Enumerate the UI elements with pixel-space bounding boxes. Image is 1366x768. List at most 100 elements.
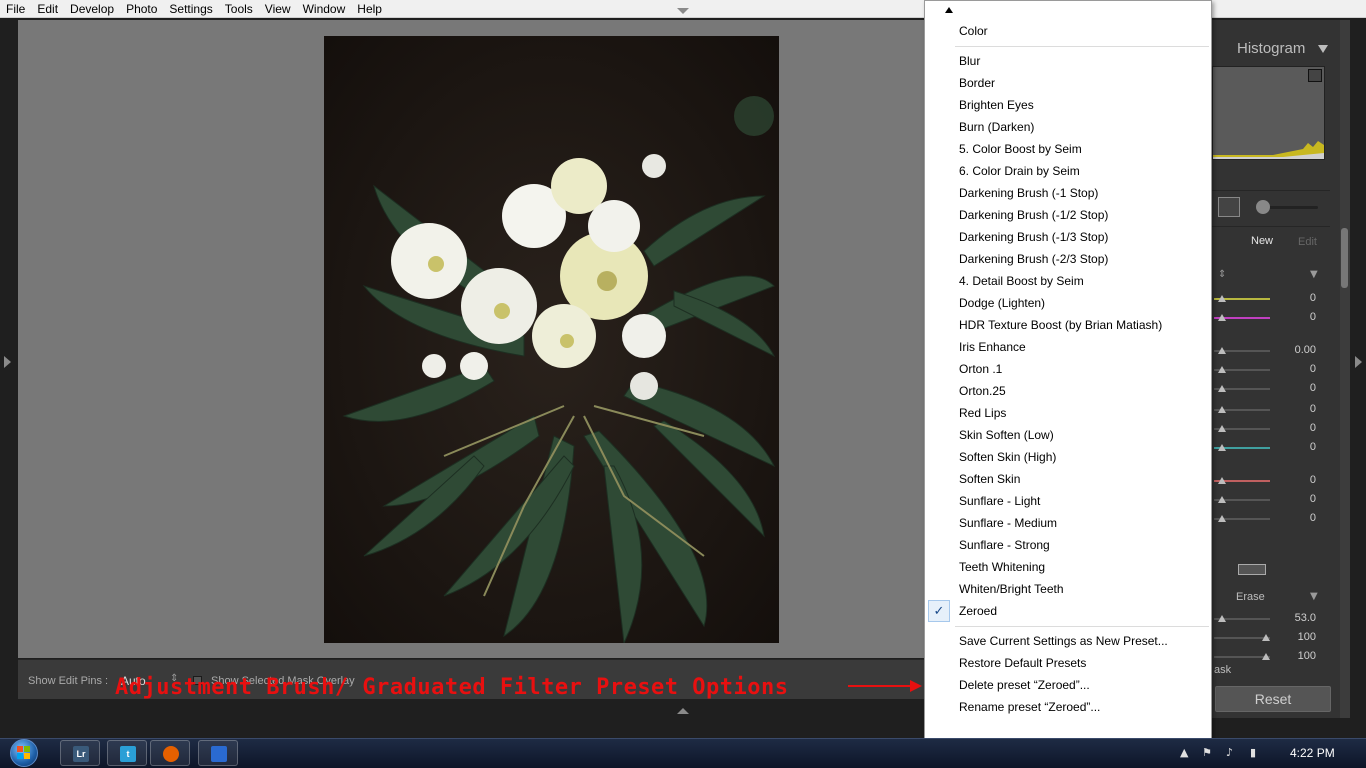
slider-value[interactable]: 0 bbox=[1276, 363, 1316, 375]
color-swatch-icon[interactable] bbox=[1238, 564, 1266, 575]
mask-new-button[interactable]: New bbox=[1251, 235, 1273, 247]
preset-menu-item[interactable]: Orton .1 bbox=[959, 358, 1002, 380]
tray-clock[interactable]: 4:22 PM bbox=[1290, 746, 1335, 760]
preset-menu-item[interactable]: Darkening Brush (-1 Stop) bbox=[959, 182, 1098, 204]
start-button[interactable] bbox=[6, 738, 42, 768]
panel-scrollbar[interactable] bbox=[1340, 20, 1350, 718]
taskbar-app-button[interactable]: Lr bbox=[60, 740, 100, 766]
slider-knob[interactable] bbox=[1218, 366, 1226, 373]
slider-knob[interactable] bbox=[1218, 444, 1226, 451]
slider-value[interactable]: 0 bbox=[1276, 311, 1316, 323]
expand-right-panel-icon[interactable] bbox=[1355, 356, 1362, 368]
scroll-up-icon[interactable] bbox=[945, 7, 953, 13]
preset-menu-item[interactable]: Iris Enhance bbox=[959, 336, 1026, 358]
menu-edit[interactable]: Edit bbox=[31, 0, 64, 18]
slider-knob[interactable] bbox=[1262, 634, 1270, 641]
slider-knob[interactable] bbox=[1218, 295, 1226, 302]
reset-button[interactable]: Reset bbox=[1215, 686, 1331, 712]
slider-knob[interactable] bbox=[1262, 653, 1270, 660]
slider-knob[interactable] bbox=[1218, 477, 1226, 484]
collapse-top-panel-icon[interactable] bbox=[677, 8, 689, 14]
slider-value[interactable]: 0 bbox=[1276, 512, 1316, 524]
preset-menu-item[interactable]: HDR Texture Boost (by Brian Matiash) bbox=[959, 314, 1162, 336]
slider-knob[interactable] bbox=[1218, 347, 1226, 354]
menu-help[interactable]: Help bbox=[351, 0, 388, 18]
taskbar-app-button[interactable]: t bbox=[107, 740, 147, 766]
preset-action-item[interactable]: Delete preset “Zeroed”... bbox=[959, 674, 1090, 696]
slider-knob[interactable] bbox=[1218, 515, 1226, 522]
highlight-clipping-icon[interactable] bbox=[1308, 69, 1322, 82]
menu-develop[interactable]: Develop bbox=[64, 0, 120, 18]
effect-updown-icon[interactable]: ⇕ bbox=[1218, 270, 1226, 280]
slider-value[interactable]: 0 bbox=[1276, 403, 1316, 415]
preset-menu-item[interactable]: Zeroed bbox=[959, 600, 997, 622]
brush-tool-icon[interactable] bbox=[1218, 197, 1240, 217]
slider-knob[interactable] bbox=[1218, 496, 1226, 503]
preset-action-item[interactable]: Restore Default Presets bbox=[959, 652, 1086, 674]
slider-value[interactable]: 53.0 bbox=[1276, 612, 1316, 624]
preset-menu-item[interactable]: Darkening Brush (-1/3 Stop) bbox=[959, 226, 1108, 248]
slider-knob[interactable] bbox=[1218, 406, 1226, 413]
slider-value[interactable]: 0 bbox=[1276, 422, 1316, 434]
histogram-title[interactable]: Histogram bbox=[1237, 40, 1305, 57]
preset-menu-item[interactable]: Teeth Whitening bbox=[959, 556, 1045, 578]
preset-menu-item[interactable]: Red Lips bbox=[959, 402, 1006, 424]
slider-value[interactable]: 0 bbox=[1276, 493, 1316, 505]
preset-menu-item[interactable]: Border bbox=[959, 72, 995, 94]
tray-flag-icon[interactable]: ⚑ bbox=[1202, 746, 1212, 759]
slider-knob[interactable] bbox=[1218, 425, 1226, 432]
effect-dropdown-icon[interactable]: ▼ bbox=[1310, 270, 1318, 280]
preset-menu-item[interactable]: Sunflare - Medium bbox=[959, 512, 1057, 534]
taskbar-app-button[interactable] bbox=[150, 740, 190, 766]
slider-value[interactable]: 0.00 bbox=[1276, 344, 1316, 356]
preset-action-item[interactable]: Save Current Settings as New Preset... bbox=[959, 630, 1168, 652]
menu-tools[interactable]: Tools bbox=[219, 0, 259, 18]
slider-knob[interactable] bbox=[1218, 615, 1226, 622]
preset-menu-item[interactable]: 5. Color Boost by Seim bbox=[959, 138, 1082, 160]
taskbar-app-button[interactable] bbox=[198, 740, 238, 766]
tray-volume-icon[interactable]: ♪ bbox=[1226, 746, 1233, 759]
preset-menu-item[interactable]: Whiten/Bright Teeth bbox=[959, 578, 1064, 600]
preset-action-item[interactable]: Rename preset “Zeroed”... bbox=[959, 696, 1100, 718]
expand-filmstrip-icon[interactable] bbox=[677, 708, 689, 714]
preset-menu-item[interactable]: Sunflare - Strong bbox=[959, 534, 1050, 556]
preset-menu-item[interactable]: Darkening Brush (-1/2 Stop) bbox=[959, 204, 1108, 226]
menu-settings[interactable]: Settings bbox=[163, 0, 218, 18]
preset-menu-item[interactable]: Blur bbox=[959, 50, 980, 72]
panel-scroll-thumb[interactable] bbox=[1341, 228, 1348, 288]
slider-value[interactable]: 0 bbox=[1276, 382, 1316, 394]
brush-erase-tab[interactable]: Erase bbox=[1236, 591, 1265, 603]
expand-left-panel-icon[interactable] bbox=[4, 356, 11, 368]
preset-menu-item[interactable]: Skin Soften (Low) bbox=[959, 424, 1054, 446]
tray-show-hidden-icon[interactable]: ▲ bbox=[1180, 746, 1188, 759]
preset-menu-item[interactable]: Orton.25 bbox=[959, 380, 1006, 402]
slider-value[interactable]: 0 bbox=[1276, 441, 1316, 453]
preset-menu-item[interactable]: Burn (Darken) bbox=[959, 116, 1034, 138]
preset-menu-item[interactable]: 6. Color Drain by Seim bbox=[959, 160, 1080, 182]
preset-menu-item[interactable]: Darkening Brush (-2/3 Stop) bbox=[959, 248, 1108, 270]
photo-preview[interactable] bbox=[324, 36, 779, 643]
slider-value[interactable]: 100 bbox=[1276, 650, 1316, 662]
slider-value[interactable]: 0 bbox=[1276, 292, 1316, 304]
tool-size-knob[interactable] bbox=[1256, 200, 1270, 214]
menu-file[interactable]: File bbox=[0, 0, 31, 18]
slider-value[interactable]: 100 bbox=[1276, 631, 1316, 643]
preset-menu-item[interactable]: Soften Skin bbox=[959, 468, 1020, 490]
mask-edit-button[interactable]: Edit bbox=[1298, 236, 1317, 248]
menu-photo[interactable]: Photo bbox=[120, 0, 163, 18]
slider-value[interactable]: 0 bbox=[1276, 474, 1316, 486]
slider-knob[interactable] bbox=[1218, 385, 1226, 392]
menu-window[interactable]: Window bbox=[297, 0, 352, 18]
preset-menu-item[interactable]: Soften Skin (High) bbox=[959, 446, 1056, 468]
menu-item-color[interactable]: Color bbox=[959, 20, 988, 42]
tray-network-icon[interactable]: ▮ bbox=[1250, 746, 1256, 759]
slider-knob[interactable] bbox=[1218, 314, 1226, 321]
preset-menu-item[interactable]: Sunflare - Light bbox=[959, 490, 1040, 512]
preset-menu-item[interactable]: 4. Detail Boost by Seim bbox=[959, 270, 1084, 292]
menu-view[interactable]: View bbox=[259, 0, 297, 18]
brush-collapse-icon[interactable]: ▼ bbox=[1310, 592, 1318, 602]
histogram-collapse-icon[interactable] bbox=[1318, 45, 1328, 53]
preset-menu-item[interactable]: Dodge (Lighten) bbox=[959, 292, 1045, 314]
preset-menu-item[interactable]: Brighten Eyes bbox=[959, 94, 1034, 116]
image-canvas[interactable] bbox=[18, 20, 928, 658]
